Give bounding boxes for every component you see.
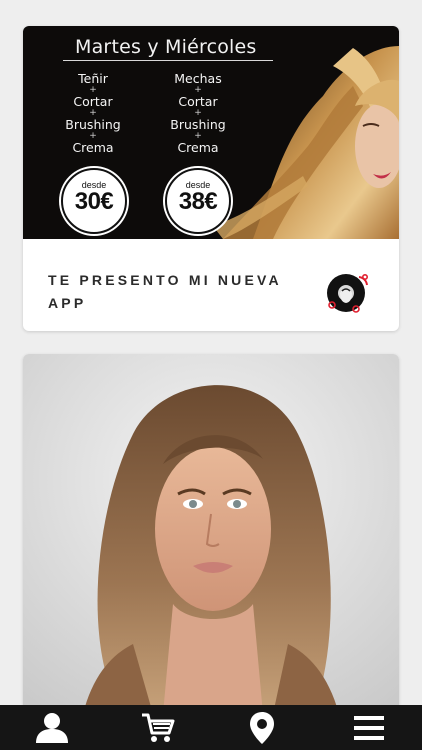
tab-cart[interactable]: [128, 705, 188, 750]
user-icon: [36, 712, 68, 743]
card-caption[interactable]: TE PRESENTO MI NUEVA APP: [23, 239, 399, 331]
promo-card[interactable]: Martes y Miércoles Teñir + Cortar + Brus…: [23, 26, 399, 331]
menu-icon: [354, 715, 384, 740]
service-item: Brushing: [170, 117, 226, 132]
price-amount: 30€: [74, 188, 114, 215]
promo-title: Martes y Miércoles: [75, 36, 257, 58]
tab-location[interactable]: [232, 705, 292, 750]
promo-banner: Martes y Miércoles Teñir + Cortar + Brus…: [23, 26, 399, 239]
price-amount: 38€: [178, 188, 218, 215]
price-badge-right: desde 38€: [165, 168, 231, 234]
app-logo-icon: [327, 274, 368, 313]
service-list-right: Mechas + Cortar + Brushing + Crema: [148, 73, 248, 154]
cart-icon: [142, 713, 175, 742]
model-portrait-image: [23, 354, 399, 714]
service-item: Crema: [177, 140, 219, 155]
portrait-card[interactable]: [23, 354, 399, 714]
service-item: Crema: [72, 140, 114, 155]
service-item: Cortar: [178, 94, 218, 109]
service-item: Mechas: [174, 71, 222, 86]
tab-menu[interactable]: [339, 705, 399, 750]
location-pin-icon: [250, 711, 274, 744]
price-badge-left: desde 30€: [61, 168, 127, 234]
bottom-tab-bar: [0, 705, 422, 750]
promo-divider: [63, 60, 273, 61]
service-item: Cortar: [73, 94, 113, 109]
service-item: Brushing: [65, 117, 121, 132]
service-list-left: Teñir + Cortar + Brushing + Crema: [43, 73, 143, 154]
service-item: Teñir: [78, 71, 108, 86]
tab-profile[interactable]: [22, 705, 82, 750]
caption-title: TE PRESENTO MI NUEVA APP: [48, 272, 282, 311]
